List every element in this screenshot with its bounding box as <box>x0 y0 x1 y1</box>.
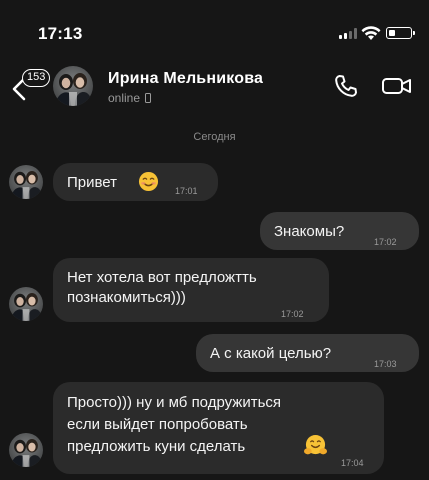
message-time: 17:01 <box>175 186 198 196</box>
sender-avatar[interactable] <box>9 433 43 467</box>
message-incoming[interactable]: Нет хотела вот предложтть познакомиться)… <box>53 258 329 322</box>
date-separator: Сегодня <box>193 131 236 143</box>
video-call-icon[interactable] <box>381 75 413 97</box>
message-time: 17:04 <box>341 458 364 468</box>
message-text: А с какой целью? <box>210 345 332 362</box>
message-text: Знакомы? <box>274 223 345 240</box>
message-incoming[interactable]: Привет 17:01 <box>53 163 218 201</box>
message-text-line: если выйдет попробовать <box>67 416 248 433</box>
contact-avatar[interactable] <box>53 66 93 106</box>
message-incoming[interactable]: Просто))) ну и мб подружиться если выйде… <box>53 382 384 474</box>
message-text-line: предложить куни сделать <box>67 438 246 455</box>
chat-header: 153 Ирина Мельникова online <box>0 60 429 124</box>
signal-icon <box>339 28 357 39</box>
status-bar: 17:13 <box>0 0 429 60</box>
message-time: 17:02 <box>281 309 304 319</box>
wifi-icon <box>361 26 381 40</box>
message-text-line: Нет хотела вот предложтть <box>67 269 257 286</box>
contact-status: online <box>108 91 152 105</box>
smiling-face-emoji-icon <box>138 171 159 192</box>
hugging-face-emoji-icon <box>304 434 327 455</box>
message-outgoing[interactable]: Знакомы? 17:02 <box>260 212 419 250</box>
message-text: Привет <box>67 174 118 191</box>
status-time: 17:13 <box>38 24 83 43</box>
phone-call-icon[interactable] <box>333 73 359 99</box>
unread-count-badge[interactable]: 153 <box>22 69 51 87</box>
message-text-line: познакомиться))) <box>67 289 186 306</box>
mobile-device-icon <box>145 93 152 103</box>
message-time: 17:03 <box>374 359 397 369</box>
sender-avatar[interactable] <box>9 287 43 321</box>
status-text: online <box>108 91 141 105</box>
message-text-line: Просто))) ну и мб подружиться <box>67 394 282 411</box>
sender-avatar[interactable] <box>9 165 43 199</box>
message-time: 17:02 <box>374 237 397 247</box>
battery-icon <box>386 27 415 39</box>
contact-name[interactable]: Ирина Мельникова <box>108 70 263 88</box>
message-outgoing[interactable]: А с какой целью? 17:03 <box>196 334 419 372</box>
